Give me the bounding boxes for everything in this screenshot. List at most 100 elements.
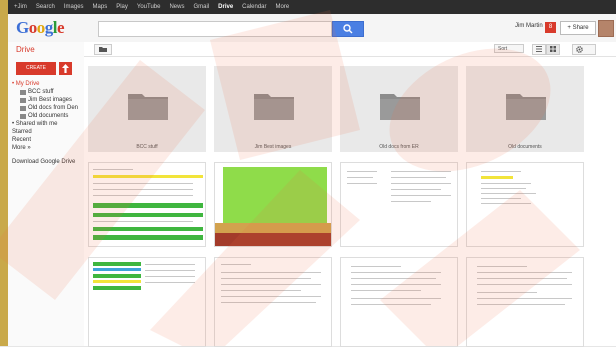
sidebar-folder[interactable]: Old docs from Den	[12, 104, 84, 112]
thumb-line	[351, 278, 436, 279]
sidebar-item-starred[interactable]: Starred	[12, 128, 84, 136]
thumb-red-band	[215, 233, 331, 246]
thumb-line	[481, 203, 531, 204]
grid-view-icon	[550, 46, 556, 52]
grid-view-button[interactable]	[546, 44, 560, 55]
sidebar-folder-label: Old documents	[28, 113, 69, 119]
folder-icon	[20, 105, 26, 111]
google-logo[interactable]: Google	[16, 18, 65, 38]
create-button[interactable]: CREATE	[16, 62, 56, 75]
toolbar: Sort	[84, 42, 616, 57]
thumb-line	[347, 171, 377, 172]
sidebar-folder[interactable]: BCC stuff	[12, 88, 84, 96]
file-thumbnail-document[interactable]	[214, 257, 332, 347]
thumb-green-row	[93, 262, 141, 266]
screenshot-frame: +Jim Search Images Maps Play YouTube New…	[0, 0, 616, 347]
folder-tile[interactable]: BCC stuff	[88, 66, 206, 152]
topbar-link-play[interactable]: Play	[116, 4, 128, 10]
thumb-line	[221, 284, 321, 285]
list-view-button[interactable]	[532, 44, 546, 55]
topbar-link-maps[interactable]: Maps	[93, 4, 108, 10]
sidebar-item-my-drive[interactable]: • My Drive	[12, 80, 84, 88]
sidebar-item-more[interactable]: More »	[12, 144, 84, 152]
search-input[interactable]	[98, 21, 332, 37]
topbar-link-more[interactable]: More	[276, 4, 290, 10]
file-thumbnail-spreadsheet[interactable]	[88, 162, 206, 247]
thumb-green-row	[93, 213, 203, 217]
thumb-line	[93, 195, 193, 196]
thumb-highlight	[481, 176, 513, 179]
file-thumbnail-document[interactable]	[340, 162, 458, 247]
google-bar: +Jim Search Images Maps Play YouTube New…	[8, 0, 616, 14]
sidebar-item-recent[interactable]: Recent	[12, 136, 84, 144]
share-button[interactable]: + Share	[560, 21, 596, 35]
notification-badge[interactable]: 8	[545, 22, 556, 33]
sort-dropdown[interactable]: Sort	[494, 44, 524, 53]
topbar-link-news[interactable]: News	[169, 4, 184, 10]
topbar-link-search[interactable]: Search	[36, 4, 55, 10]
thumb-line	[347, 183, 377, 184]
thumb-line	[351, 272, 441, 273]
thumb-line	[481, 198, 521, 199]
topbar-link-gmail[interactable]: Gmail	[193, 4, 209, 10]
thumb-line	[481, 188, 526, 189]
thumb-line	[477, 298, 572, 299]
thumb-line	[145, 270, 195, 271]
thumb-line	[391, 177, 446, 178]
thumb-line	[145, 264, 195, 265]
folder-icon	[20, 97, 26, 103]
sidebar-folder[interactable]: Jim Best images	[12, 96, 84, 104]
thumb-line	[391, 201, 431, 202]
thumb-green-row	[93, 203, 203, 208]
thumb-line	[93, 221, 193, 222]
topbar-link-images[interactable]: Images	[64, 4, 84, 10]
thumb-line	[145, 282, 195, 283]
thumb-line	[351, 298, 441, 299]
thumb-green-row	[93, 286, 141, 290]
settings-button[interactable]	[572, 44, 596, 55]
folder-icon	[506, 94, 546, 120]
download-drive-link[interactable]: Download Google Drive	[12, 158, 84, 166]
topbar-link-plus[interactable]: +Jim	[14, 4, 27, 10]
folder-tile[interactable]: Old documents	[466, 66, 584, 152]
thumb-line	[93, 189, 193, 190]
topbar-link-calendar[interactable]: Calendar	[242, 4, 266, 10]
thumb-line	[391, 171, 451, 172]
sidebar-folder[interactable]: Old documents	[12, 112, 84, 120]
topbar-link-drive[interactable]: Drive	[218, 4, 233, 10]
search-button[interactable]	[332, 21, 364, 37]
logo-letter: e	[56, 18, 65, 37]
thumb-line	[481, 171, 521, 172]
sidebar-folder-label: Old docs from Den	[28, 105, 79, 111]
avatar[interactable]	[598, 20, 614, 37]
upload-button[interactable]	[59, 62, 72, 75]
sidebar-item-shared[interactable]: • Shared with me	[12, 120, 84, 128]
thumb-green-row	[93, 274, 141, 278]
file-thumbnail-document[interactable]	[466, 162, 584, 247]
folder-tile[interactable]: Old docs from ER	[340, 66, 458, 152]
topbar-link-youtube[interactable]: YouTube	[137, 4, 161, 10]
thumb-line	[221, 278, 311, 279]
thumb-line	[93, 183, 193, 184]
thumb-line	[391, 195, 451, 196]
folder-icon	[20, 113, 26, 119]
thumb-line	[477, 266, 527, 267]
new-folder-button[interactable]	[94, 44, 112, 55]
thumb-orange-band	[215, 223, 331, 233]
file-thumbnail-spreadsheet[interactable]	[214, 162, 332, 247]
thumb-line	[481, 183, 531, 184]
file-thumbnail-document[interactable]	[340, 257, 458, 347]
thumb-line	[221, 302, 316, 303]
thumb-blue-row	[93, 268, 141, 271]
folder-tile[interactable]: Jim Best images	[214, 66, 332, 152]
folder-name: Old docs from ER	[379, 144, 419, 150]
sidebar-folder-label: Jim Best images	[28, 97, 73, 103]
thumb-line	[351, 266, 401, 267]
thumb-green-row	[93, 235, 203, 240]
file-thumbnail-spreadsheet[interactable]	[88, 257, 206, 347]
user-name[interactable]: Jim Martin	[515, 23, 543, 29]
file-thumbnail-document[interactable]	[466, 257, 584, 347]
sidebar: Drive CREATE • My Drive BCC stuff Jim Be…	[8, 42, 84, 346]
thumb-line	[477, 272, 572, 273]
thumb-green-block	[223, 167, 327, 223]
